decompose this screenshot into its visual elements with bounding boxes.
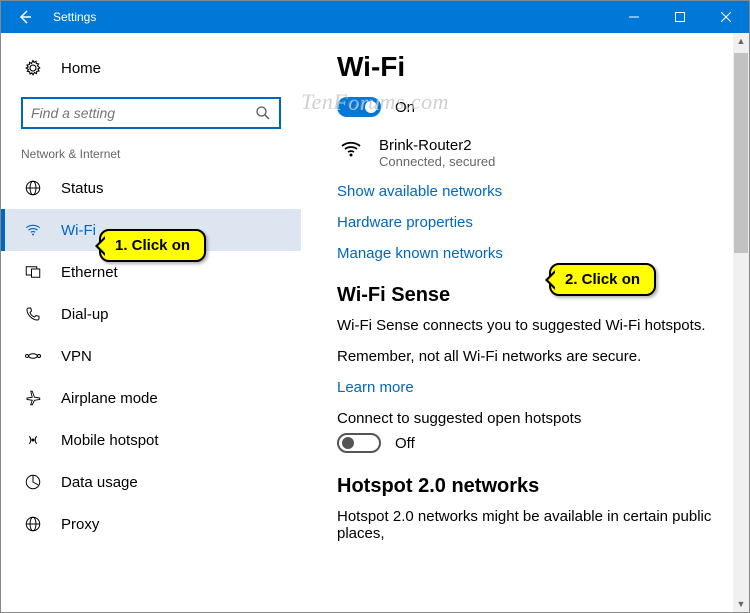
airplane-icon	[21, 389, 45, 407]
current-network[interactable]: Brink-Router2 Connected, secured	[337, 137, 725, 169]
sidebar-item-airplane[interactable]: Airplane mode	[1, 377, 301, 419]
hotspot20-heading: Hotspot 2.0 networks	[337, 475, 725, 498]
link-learn-more[interactable]: Learn more	[337, 379, 725, 396]
annotation-callout-2: 2. Click on	[549, 263, 656, 296]
search-icon	[255, 105, 271, 121]
scrollbar-thumb[interactable]	[734, 53, 748, 253]
connect-suggested-label: Connect to suggested open hotspots	[337, 410, 725, 427]
sidebar-item-label: Status	[61, 180, 104, 197]
gear-icon	[21, 59, 45, 77]
wifi-icon	[21, 221, 45, 239]
maximize-button[interactable]	[657, 1, 703, 33]
close-button[interactable]	[703, 1, 749, 33]
sidebar-home-label: Home	[61, 60, 101, 77]
datausage-icon	[21, 473, 45, 491]
sidebar-item-label: Proxy	[61, 516, 99, 533]
scroll-up-arrow[interactable]: ▲	[733, 33, 749, 49]
hotspot20-body: Hotspot 2.0 networks might be available …	[337, 508, 725, 542]
main-panel: Wi-Fi On Brink-Router2 Connected, secure…	[301, 33, 749, 612]
network-name: Brink-Router2	[379, 137, 495, 154]
page-title: Wi-Fi	[337, 51, 725, 83]
link-hardware-properties[interactable]: Hardware properties	[337, 214, 725, 231]
back-button[interactable]	[1, 1, 49, 33]
sidebar-item-label: VPN	[61, 348, 92, 365]
wifi-signal-icon	[337, 137, 365, 166]
ethernet-icon	[21, 263, 45, 281]
link-manage-known-networks[interactable]: Manage known networks	[337, 245, 725, 262]
wifi-sense-note: Remember, not all Wi-Fi networks are sec…	[337, 348, 725, 365]
search-input-container[interactable]	[21, 97, 281, 129]
sidebar-item-hotspot[interactable]: Mobile hotspot	[1, 419, 301, 461]
window-titlebar: Settings	[1, 1, 749, 33]
status-icon	[21, 179, 45, 197]
sidebar-item-label: Dial-up	[61, 306, 109, 323]
dialup-icon	[21, 305, 45, 323]
sidebar-item-dialup[interactable]: Dial-up	[1, 293, 301, 335]
sidebar-item-proxy[interactable]: Proxy	[1, 503, 301, 545]
settings-sidebar: Home Network & Internet Status Wi-Fi Eth…	[1, 33, 301, 612]
minimize-icon	[629, 12, 639, 22]
scroll-down-arrow[interactable]: ▼	[733, 596, 749, 612]
wifi-toggle[interactable]	[337, 97, 381, 117]
sidebar-item-label: Mobile hotspot	[61, 432, 159, 449]
sidebar-item-vpn[interactable]: VPN	[1, 335, 301, 377]
connect-suggested-toggle[interactable]	[337, 433, 381, 453]
window-title: Settings	[49, 10, 96, 24]
arrow-left-icon	[17, 9, 33, 25]
connect-suggested-state: Off	[395, 435, 415, 452]
wifi-toggle-label: On	[395, 99, 415, 116]
minimize-button[interactable]	[611, 1, 657, 33]
wifi-sense-body: Wi-Fi Sense connects you to suggested Wi…	[337, 317, 725, 334]
sidebar-item-label: Airplane mode	[61, 390, 158, 407]
sidebar-item-status[interactable]: Status	[1, 167, 301, 209]
annotation-callout-1: 1. Click on	[99, 229, 206, 262]
proxy-icon	[21, 515, 45, 533]
sidebar-item-label: Ethernet	[61, 264, 118, 281]
network-status: Connected, secured	[379, 154, 495, 169]
sidebar-category: Network & Internet	[1, 147, 301, 167]
hotspot-icon	[21, 431, 45, 449]
window-controls	[611, 1, 749, 33]
close-icon	[721, 12, 731, 22]
search-input[interactable]	[31, 105, 255, 121]
vertical-scrollbar[interactable]: ▲ ▼	[733, 33, 749, 612]
vpn-icon	[21, 347, 45, 365]
maximize-icon	[675, 12, 685, 22]
sidebar-home[interactable]: Home	[1, 51, 301, 85]
sidebar-item-datausage[interactable]: Data usage	[1, 461, 301, 503]
sidebar-item-label: Data usage	[61, 474, 138, 491]
wifi-sense-heading: Wi-Fi Sense	[337, 284, 725, 307]
link-show-networks[interactable]: Show available networks	[337, 183, 725, 200]
